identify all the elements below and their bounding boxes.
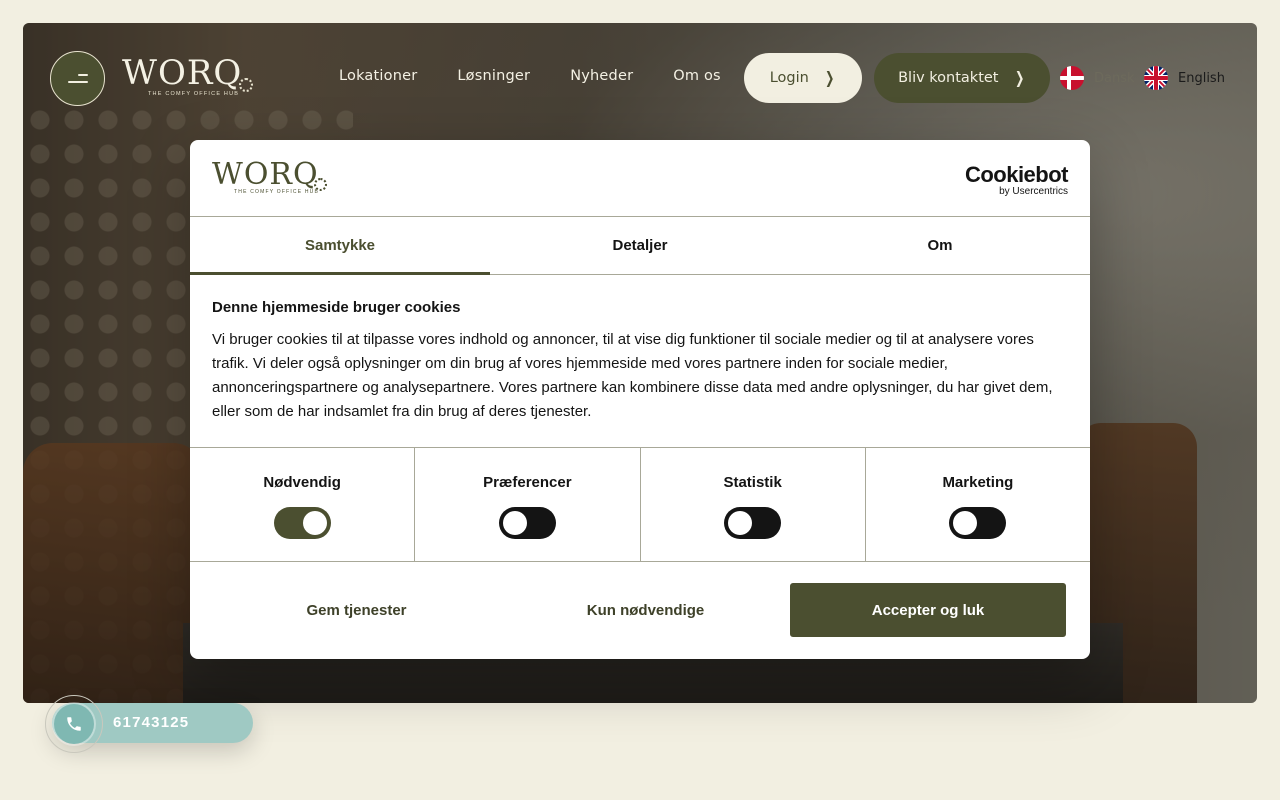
- menu-button[interactable]: [50, 51, 105, 106]
- toggle-preferences-switch[interactable]: [498, 507, 556, 539]
- language-english[interactable]: English: [1144, 66, 1225, 90]
- dialog-header: WORQ THE COMFY OFFICE HUB Cookiebot by U…: [190, 140, 1090, 217]
- nav-item-losninger[interactable]: Løsninger: [457, 68, 530, 84]
- login-label: Login: [769, 70, 809, 86]
- nav-item-lokationer[interactable]: Lokationer: [339, 68, 417, 84]
- toggle-marketing-label: Marketing: [942, 474, 1014, 491]
- dialog-logo-tagline: THE COMFY OFFICE HUB: [234, 189, 320, 195]
- language-danish[interactable]: Dansk: [1060, 66, 1135, 90]
- save-services-button[interactable]: Gem tjenester: [212, 583, 501, 637]
- login-button[interactable]: Login ❯: [744, 53, 862, 103]
- logo-tagline: THE COMFY OFFICE HUB: [148, 91, 240, 97]
- contact-button[interactable]: Bliv kontaktet ❯: [874, 53, 1050, 103]
- site-logo[interactable]: WORQ THE COMFY OFFICE HUB: [122, 56, 254, 98]
- switch-knob: [953, 511, 978, 535]
- contact-label: Bliv kontaktet: [898, 70, 999, 86]
- accept-close-button[interactable]: Accepter og luk: [790, 583, 1066, 637]
- logo-wordmark: WORQ: [122, 53, 243, 93]
- logo-dots-icon: [239, 78, 253, 92]
- toggle-preferences-label: Præferencer: [483, 474, 572, 491]
- tab-om[interactable]: Om: [790, 217, 1090, 274]
- consent-toggles: Nødvendig Præferencer Statistik Marketin…: [190, 448, 1090, 562]
- flag-denmark-icon: [1060, 66, 1084, 90]
- switch-knob: [728, 511, 753, 535]
- flag-uk-icon: [1144, 66, 1168, 90]
- toggle-preferences: Præferencer: [415, 448, 641, 561]
- dialog-logo-dots-icon: [314, 178, 327, 191]
- tab-samtykke[interactable]: Samtykke: [190, 217, 490, 275]
- toggle-statistics-label: Statistik: [723, 474, 782, 491]
- nav-item-om-os[interactable]: Om os: [673, 68, 721, 84]
- toggle-necessary-switch[interactable]: [273, 507, 331, 539]
- menu-icon: [67, 73, 88, 84]
- cookie-consent-dialog: WORQ THE COMFY OFFICE HUB Cookiebot by U…: [190, 140, 1090, 659]
- necessary-only-button[interactable]: Kun nødvendige: [501, 583, 790, 637]
- dialog-text: Vi bruger cookies til at tilpasse vores …: [212, 331, 1053, 420]
- language-danish-label: Dansk: [1094, 70, 1135, 86]
- toggle-marketing: Marketing: [866, 448, 1090, 561]
- language-english-label: English: [1178, 70, 1225, 86]
- toggle-statistics: Statistik: [641, 448, 866, 561]
- dialog-actions: Gem tjenester Kun nødvendige Accepter og…: [190, 562, 1090, 658]
- cookiebot-sub: by Usercentrics: [999, 186, 1068, 197]
- phone-number[interactable]: 61743125: [113, 714, 189, 731]
- toggle-necessary-label: Nødvendig: [263, 474, 341, 491]
- nav-item-nyheder[interactable]: Nyheder: [570, 68, 633, 84]
- phone-icon[interactable]: [54, 704, 94, 744]
- dialog-tabs: Samtykke Detaljer Om: [190, 217, 1090, 275]
- main-nav: Lokationer Løsninger Nyheder Om os: [339, 68, 721, 84]
- toggle-marketing-switch[interactable]: [949, 507, 1007, 539]
- dialog-logo: WORQ THE COMFY OFFICE HUB: [212, 160, 332, 200]
- toggle-statistics-switch[interactable]: [724, 507, 782, 539]
- toggle-necessary: Nødvendig: [190, 448, 416, 561]
- cookiebot-logo[interactable]: Cookiebot by Usercentrics: [964, 162, 1069, 198]
- cookiebot-name: Cookiebot: [964, 162, 1069, 187]
- chevron-right-icon: ❯: [1014, 68, 1024, 87]
- dialog-body: Denne hjemmeside bruger cookies Vi bruge…: [190, 275, 1090, 448]
- dialog-title: Denne hjemmeside bruger cookies: [212, 299, 461, 316]
- switch-knob: [502, 511, 527, 535]
- tab-detaljer[interactable]: Detaljer: [490, 217, 790, 274]
- chevron-right-icon: ❯: [824, 68, 835, 87]
- switch-knob: [302, 511, 327, 535]
